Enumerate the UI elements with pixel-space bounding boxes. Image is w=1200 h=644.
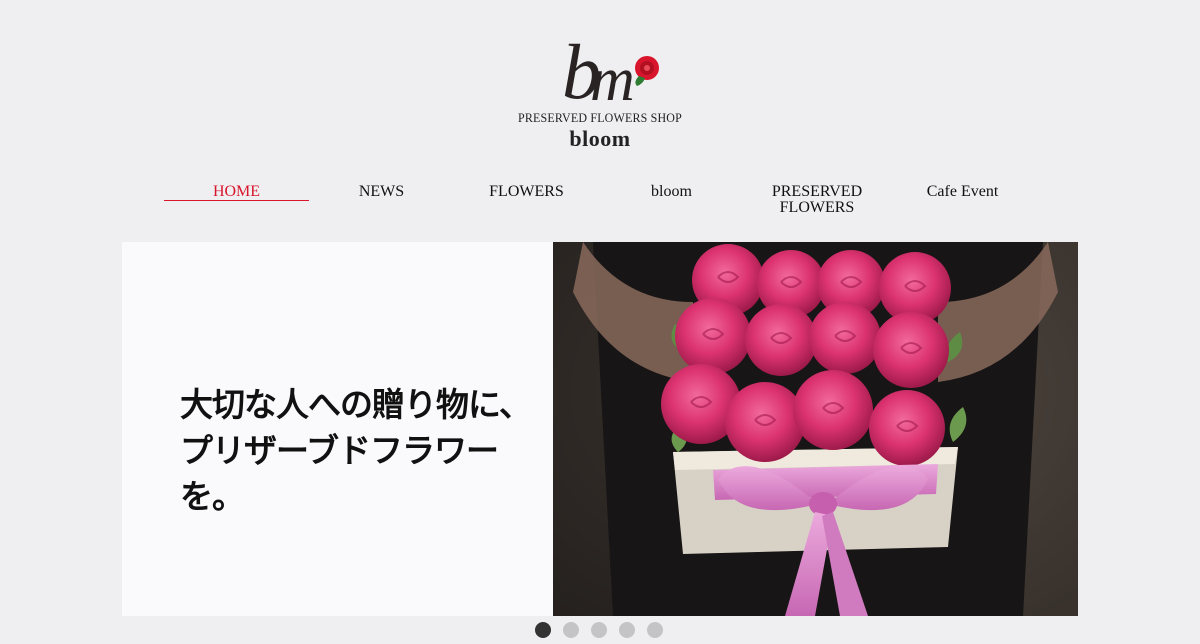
slider-dot-4[interactable] [619,622,635,638]
hero-copy-line-1: 大切な人への贈り物に、 [180,385,532,424]
slider-dot-3[interactable] [591,622,607,638]
svg-text:m: m [590,46,635,110]
nav-flowers[interactable]: FLOWERS [454,184,599,200]
site-logo[interactable]: b m PRESERVED FLOWERS SHOP bloom [500,20,700,151]
slider-dot-2[interactable] [563,622,579,638]
hero-image-pink-roses-box [553,242,1078,616]
hero-copy-line-2: プリザーブドフラワーを。 [180,431,499,516]
hero-text-panel: 大切な人への贈り物に、 プリザーブドフラワーを。 [122,242,553,616]
nav-bloom[interactable]: bloom [599,184,744,200]
nav-news[interactable]: NEWS [309,184,454,200]
bm-rose-logo-icon: b m [562,28,659,110]
roses-photo-icon [553,242,1078,616]
nav-cafe-event[interactable]: Cafe Event [890,184,1035,200]
main-nav: HOME NEWS FLOWERS bloom PRESERVED FLOWER… [164,184,1036,224]
logo-name: bloom [569,126,631,151]
hero-slider[interactable]: 大切な人への贈り物に、 プリザーブドフラワーを。 [122,242,1078,616]
slider-dot-1[interactable] [535,622,551,638]
nav-home[interactable]: HOME [164,184,309,201]
slider-dot-5[interactable] [647,622,663,638]
hero-copy: 大切な人への贈り物に、 プリザーブドフラワーを。 [180,382,550,520]
logo-tagline: PRESERVED FLOWERS SHOP [518,110,682,125]
nav-preserved-flowers[interactable]: PRESERVED FLOWERS [762,184,872,216]
